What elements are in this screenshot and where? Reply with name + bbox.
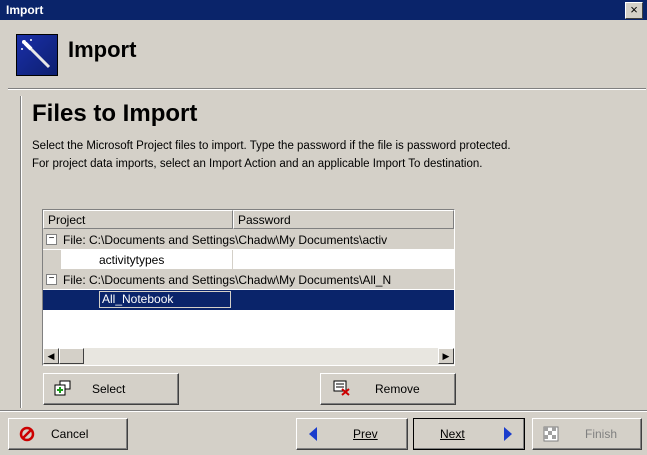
select-button[interactable]: Select	[43, 373, 179, 405]
next-button-label: Next	[440, 427, 465, 441]
password-cell[interactable]	[233, 250, 454, 270]
add-file-icon	[54, 380, 72, 399]
section-description-line1: Select the Microsoft Project files to im…	[32, 140, 511, 152]
arrow-left-icon	[307, 426, 319, 445]
remove-button[interactable]: Remove	[320, 373, 456, 405]
collapse-icon[interactable]: −	[46, 234, 57, 245]
header-title: Import	[68, 37, 137, 62]
next-button[interactable]: Next	[413, 418, 525, 450]
file-group-label: File: C:\Documents and Settings\Chadw\My…	[63, 273, 392, 287]
checkered-flag-icon	[543, 426, 559, 445]
password-cell[interactable]	[233, 290, 454, 310]
remove-file-icon	[333, 380, 351, 399]
column-header-project[interactable]: Project	[43, 210, 233, 229]
cancel-icon	[19, 426, 35, 445]
prev-button[interactable]: Prev	[296, 418, 408, 450]
file-group-row[interactable]: − File: C:\Documents and Settings\Chadw\…	[43, 230, 454, 250]
project-cell[interactable]: activitytypes	[61, 250, 233, 270]
scroll-thumb[interactable]	[59, 348, 84, 364]
finish-button[interactable]: Finish	[532, 418, 642, 450]
table-row[interactable]: activitytypes	[43, 250, 454, 270]
arrow-right-icon	[502, 426, 514, 445]
column-header-password[interactable]: Password	[233, 210, 454, 229]
files-grid[interactable]: Project Password − File: C:\Documents an…	[42, 209, 455, 366]
cancel-button[interactable]: Cancel	[8, 418, 128, 450]
table-row-selected[interactable]: All_Notebook	[43, 290, 454, 310]
finish-button-label: Finish	[585, 427, 618, 441]
section-description-line2: For project data imports, select an Impo…	[32, 158, 483, 170]
select-button-label: Select	[92, 382, 126, 396]
prev-button-label: Prev	[353, 427, 378, 441]
scroll-right-icon[interactable]: ▶	[438, 348, 454, 364]
horizontal-scrollbar[interactable]: ◀ ▶	[43, 348, 454, 365]
remove-button-label: Remove	[375, 382, 420, 396]
scroll-left-icon[interactable]: ◀	[43, 348, 59, 364]
cancel-button-label: Cancel	[51, 427, 89, 441]
file-group-label: File: C:\Documents and Settings\Chadw\My…	[63, 233, 388, 247]
magic-wand-icon	[16, 34, 58, 76]
project-cell-editor[interactable]: All_Notebook	[99, 291, 231, 308]
grid-header: Project Password	[43, 210, 454, 230]
section-title: Files to Import	[32, 100, 198, 127]
collapse-icon[interactable]: −	[46, 274, 57, 285]
file-group-row[interactable]: − File: C:\Documents and Settings\Chadw\…	[43, 270, 454, 290]
